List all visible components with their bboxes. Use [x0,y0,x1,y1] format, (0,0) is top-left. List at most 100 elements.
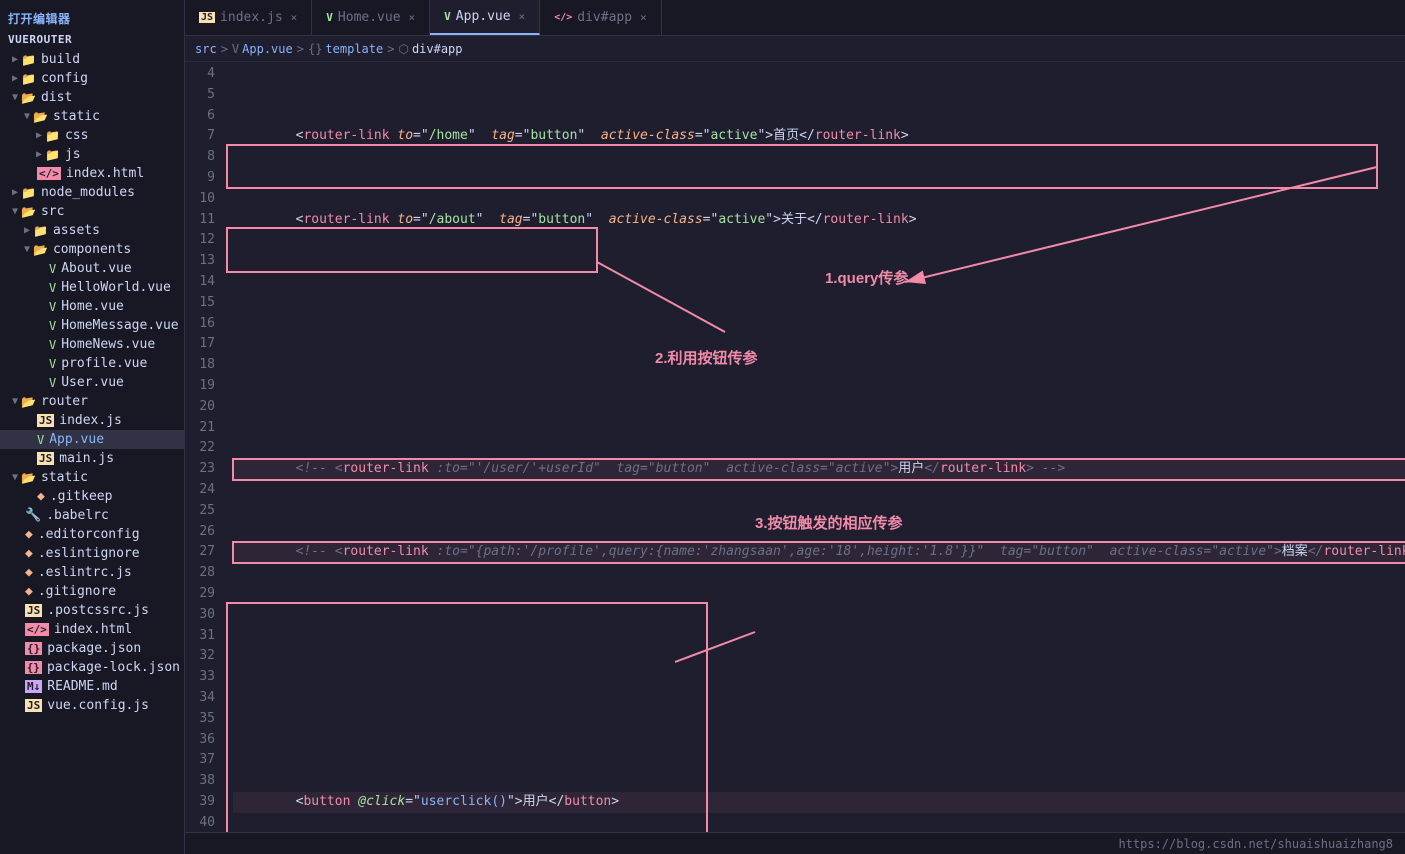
sidebar-item-js-folder[interactable]: ▶ 📁 js [0,145,184,164]
sidebar-item-readme[interactable]: M↓ README.md [0,677,184,696]
tab-div-app[interactable]: </> div#app × [540,0,661,35]
sidebar-item-label: index.html [54,622,132,637]
md-icon: M↓ [25,680,42,693]
babelrc-icon: 🔧 [25,508,41,523]
sidebar-item-assets[interactable]: ▶ 📁 assets [0,221,184,240]
vue-icon: V [49,357,56,371]
sidebar-item-user-vue[interactable]: V User.vue [0,373,184,392]
sidebar-item-label: vue.config.js [47,698,149,713]
sidebar-item-index-html[interactable]: </> index.html [0,620,184,639]
sidebar-item-label: css [65,128,88,143]
folder-icon: 📁 [21,72,36,86]
folder-icon: 📁 [33,224,48,238]
tab-close-icon[interactable]: × [409,11,416,24]
sidebar-item-src[interactable]: ▼ 📂 src [0,202,184,221]
chevron-right-icon: ▶ [24,225,30,236]
sidebar-item-build[interactable]: ▶ 📁 build [0,50,184,69]
sidebar-item-dist-index-html[interactable]: </> index.html [0,164,184,183]
sidebar-item-node-modules[interactable]: ▶ 📁 node_modules [0,183,184,202]
tab-close-icon[interactable]: × [519,10,526,23]
js-icon: JS [37,452,54,465]
js-icon: JS [25,604,42,617]
vue-icon: V [49,376,56,390]
explorer-title: 打开编辑器 [0,4,184,31]
sidebar-item-label: .eslintrc.js [38,565,132,580]
sidebar-item-label: js [65,147,81,162]
sidebar-item-label: router [41,394,88,409]
sidebar-item-label: index.js [59,413,122,428]
tab-label: App.vue [456,9,511,24]
folder-open-icon: 📂 [21,205,36,219]
breadcrumb-sep: > [297,42,304,56]
dot-icon: ◆ [25,546,33,561]
tab-home-vue[interactable]: V Home.vue × [312,0,430,35]
sidebar-item-about-vue[interactable]: V About.vue [0,259,184,278]
sidebar-item-homenews-vue[interactable]: V HomeNews.vue [0,335,184,354]
chevron-down-icon: ▼ [24,111,30,122]
sidebar-item-app-vue[interactable]: V App.vue [0,430,184,449]
chevron-right-icon: ▶ [36,130,42,141]
sidebar-item-editorconfig[interactable]: ◆ .editorconfig [0,525,184,544]
sidebar-item-label: App.vue [49,432,104,447]
tab-label: index.js [220,10,283,25]
sidebar-item-router[interactable]: ▼ 📂 router [0,392,184,411]
js-icon: JS [37,414,54,427]
sidebar-item-vue-config[interactable]: JS vue.config.js [0,696,184,715]
sidebar-item-label: HelloWorld.vue [61,280,171,295]
vue-icon: V [49,262,56,276]
sidebar-item-gitignore[interactable]: ◆ .gitignore [0,582,184,601]
annotation-button-param: 2.利用按钮传参 [655,347,758,371]
tab-label: Home.vue [338,10,401,25]
sidebar-item-babelrc[interactable]: 🔧 .babelrc [0,506,184,525]
sidebar-item-css[interactable]: ▶ 📁 css [0,126,184,145]
sidebar-item-label: components [53,242,131,257]
code-line-8: <!-- <router-link :to="'/user/'+userId" … [233,459,1405,480]
dot-icon: ◆ [25,565,33,580]
tab-index-js[interactable]: JS index.js × [185,0,312,35]
sidebar-item-components[interactable]: ▼ 📂 components [0,240,184,259]
chevron-down-icon: ▼ [12,206,18,217]
code-line-4: <router-link to="/home" tag="button" act… [233,126,1405,147]
sidebar-item-package-lock-json[interactable]: {} package-lock.json [0,658,184,677]
sidebar-item-label: config [41,71,88,86]
sidebar-item-helloworld-vue[interactable]: V HelloWorld.vue [0,278,184,297]
sidebar-item-gitkeep[interactable]: ◆ .gitkeep [0,487,184,506]
sidebar-item-profile-vue[interactable]: V profile.vue [0,354,184,373]
sidebar-item-eslintrc[interactable]: ◆ .eslintrc.js [0,563,184,582]
sidebar-item-dist-static[interactable]: ▼ 📂 static [0,107,184,126]
sidebar-item-home-vue[interactable]: V Home.vue [0,297,184,316]
sidebar-item-postcssrc[interactable]: JS .postcssrc.js [0,601,184,620]
sidebar-item-label: static [41,470,88,485]
folder-open-icon: 📂 [33,110,48,124]
sidebar-item-dist[interactable]: ▼ 📂 dist [0,88,184,107]
sidebar-item-label: .eslintignore [38,546,140,561]
bracket-icon: {} [308,42,322,56]
sidebar-item-label: package-lock.json [47,660,180,675]
sidebar-item-config[interactable]: ▶ 📁 config [0,69,184,88]
code-line-9: <!-- <router-link :to="{path:'/profile',… [233,542,1405,563]
sidebar-item-label: static [53,109,100,124]
tab-close-icon[interactable]: × [640,11,647,24]
annotation-button-trigger: 3.按钮触发的相应传参 [755,512,903,536]
tab-close-icon[interactable]: × [291,11,298,24]
sidebar-item-main-js[interactable]: JS main.js [0,449,184,468]
sidebar-item-router-index[interactable]: JS index.js [0,411,184,430]
breadcrumb-template: template [325,42,383,56]
sidebar-item-package-json[interactable]: {} package.json [0,639,184,658]
main-editor-area: JS index.js × V Home.vue × V App.vue × <… [185,0,1405,854]
dot-icon: ◆ [25,527,33,542]
json-icon: {} [25,642,42,655]
sidebar-item-label: assets [53,223,100,238]
tab-app-vue[interactable]: V App.vue × [430,0,540,35]
dot-icon: ◆ [37,489,45,504]
sidebar-item-homemessage-vue[interactable]: V HomeMessage.vue [0,316,184,335]
annotation-query-param: 1.query传参 [825,267,908,291]
json-icon: {} [25,661,42,674]
code-line-5: <router-link to="/about" tag="button" ac… [233,210,1405,231]
folder-open-icon: 📂 [21,91,36,105]
code-editor[interactable]: 4 5 6 7 8 9 10 11 12 13 14 15 16 17 18 1… [185,62,1405,832]
sidebar-item-eslintignore[interactable]: ◆ .eslintignore [0,544,184,563]
sidebar-item-static-root[interactable]: ▼ 📂 static [0,468,184,487]
folder-icon: 📁 [21,53,36,67]
folder-icon: 📁 [45,148,60,162]
